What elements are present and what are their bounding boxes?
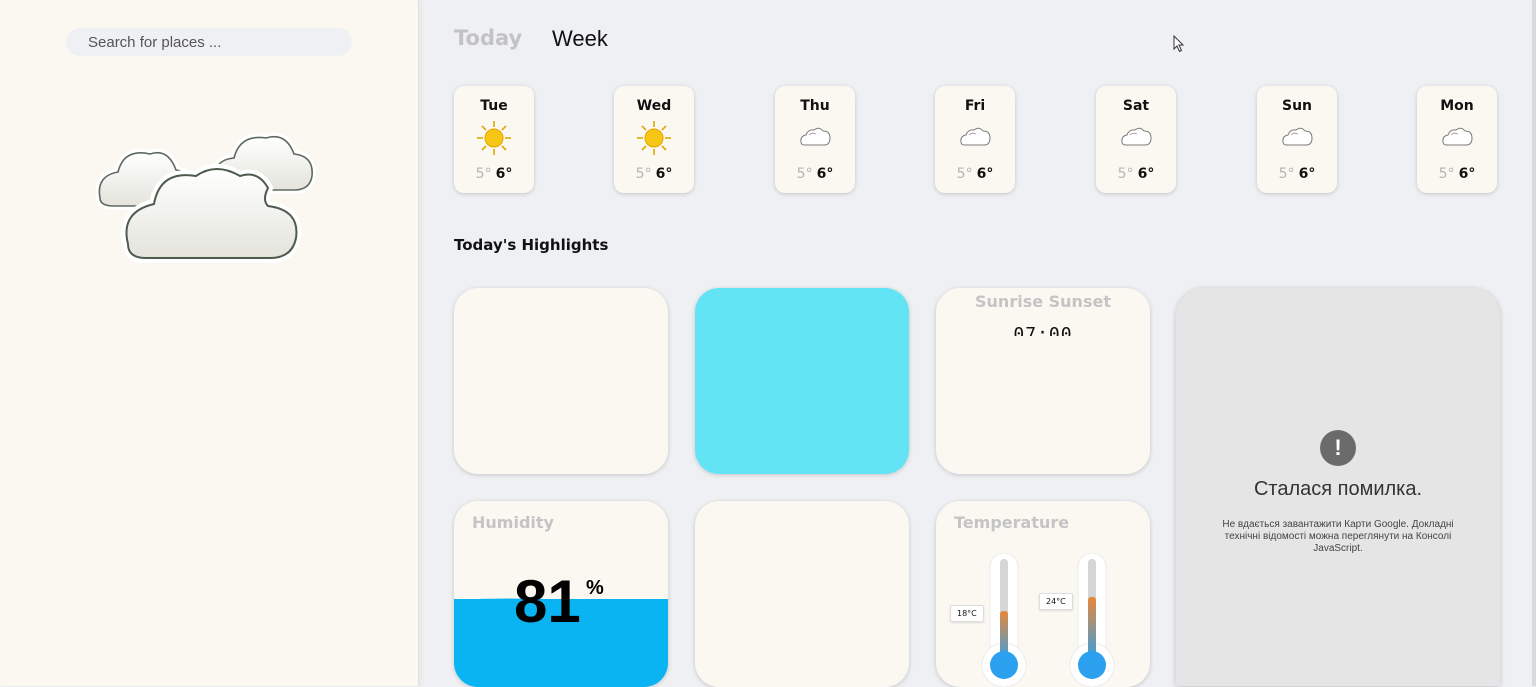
cloud-icon [957,120,993,156]
day-name: Wed [636,98,672,114]
temp-high: 6° [1137,166,1155,182]
forecast-card-fri: Fri 5° 6° [935,86,1015,193]
day-name: Tue [480,98,508,114]
temp-low: 5° [1438,166,1455,182]
cloud-icon [1279,120,1315,156]
day-name: Thu [800,98,830,114]
sun-icon [636,120,672,156]
sunrise-time: 07:00 [1013,324,1073,336]
thermometer-icon [1064,552,1120,687]
humidity-card: Humidity 81 % [454,501,668,687]
temp-high: 6° [816,166,834,182]
forecast-card-sun: Sun 5° 6° [1257,86,1337,193]
day-name: Sun [1281,98,1313,114]
map-card[interactable]: ! Сталася помилка. Не вдається завантажи… [1176,288,1500,686]
humidity-label: Humidity [472,513,554,532]
forecast-card-wed: Wed 5° 6° [614,86,694,193]
temp-high: 6° [655,166,673,182]
temp-high: 6° [1458,166,1476,182]
highlight-card-empty-1 [454,288,668,474]
temp-low: 5° [635,166,652,182]
sunrise-sunset-card: Sunrise Sunset 07:00 [936,288,1150,474]
main-panel: Today Week Tue 5° 6° Wed 5° 6° Thu 5° 6° Fr… [420,0,1536,687]
temp-high: 6° [495,166,513,182]
temp-low: 5° [796,166,813,182]
day-name: Mon [1440,98,1474,114]
tab-week[interactable]: Week [552,26,608,52]
highlight-card-empty-2 [695,501,909,687]
forecast-card-mon: Mon 5° 6° [1417,86,1497,193]
temp-high: 6° [1298,166,1316,182]
sun-icon [476,120,512,156]
cloud-icon [1439,120,1475,156]
error-icon: ! [1320,430,1356,466]
temperature-card: Temperature 18°C 24°C [936,501,1150,687]
thermometer-value-label: 24°C [1039,593,1073,610]
temp-low: 5° [956,166,973,182]
day-name: Fri [964,98,986,114]
current-weather-cloud-icon [90,118,330,282]
temp-low: 5° [1278,166,1295,182]
map-error-description: Не вдається завантажити Карти Google. До… [1222,519,1454,554]
cloud-icon [1118,120,1154,156]
humidity-unit: % [586,577,604,599]
cloud-icon [797,120,833,156]
window-edge-divider [1532,0,1536,686]
sidebar [0,0,419,686]
temp-low: 5° [1117,166,1134,182]
map-error-title: Сталася помилка. [1253,478,1423,500]
sunrise-sunset-label: Sunrise Sunset [975,292,1111,311]
mouse-cursor-icon [1173,34,1185,57]
highlights-title: Today's Highlights [454,236,609,254]
temp-low: 5° [475,166,492,182]
temperature-label: Temperature [954,513,1070,532]
humidity-value: 81 [514,568,581,635]
day-name: Sat [1122,98,1150,114]
highlight-card-cyan [695,288,909,474]
forecast-card-tue: Tue 5° 6° [454,86,534,193]
search-input[interactable] [66,28,352,56]
forecast-card-thu: Thu 5° 6° [775,86,855,193]
thermometer-icon [976,552,1032,687]
temp-high: 6° [976,166,994,182]
tab-today[interactable]: Today [454,26,522,50]
forecast-card-sat: Sat 5° 6° [1096,86,1176,193]
thermometer-value-label: 18°C [950,605,984,622]
